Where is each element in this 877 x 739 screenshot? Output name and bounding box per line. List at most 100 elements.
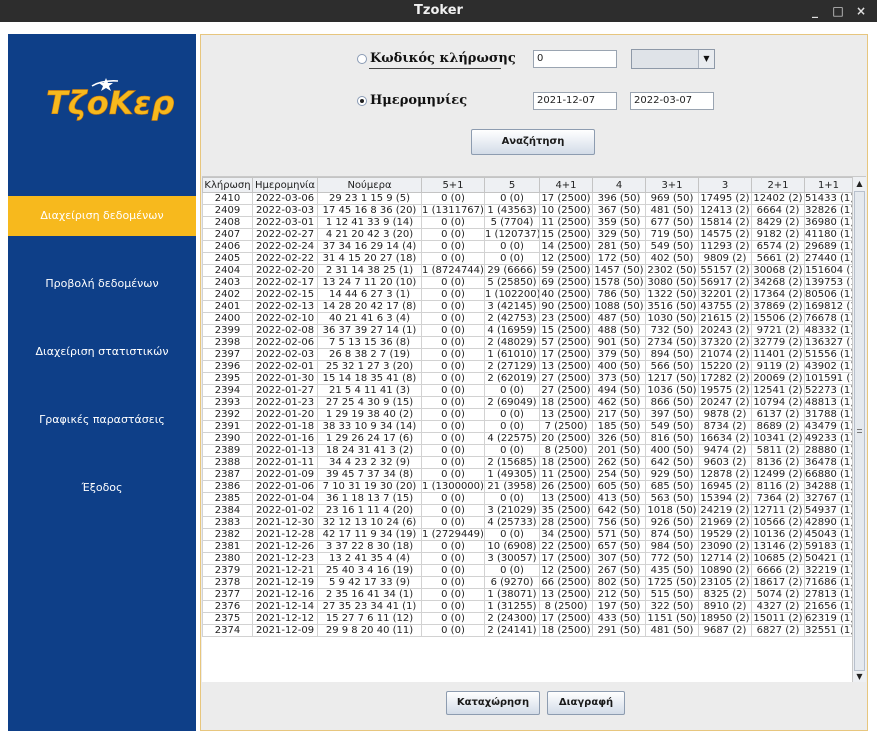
table-row[interactable]: 2390 2022-01-16 1 29 26 24 17 (6) 0 (0) 4 (2… (202, 432, 853, 445)
table-cell: 2022-02-20 (252, 264, 318, 277)
table-cell: 1322 (50) (645, 288, 699, 301)
table-row[interactable]: 2388 2022-01-11 34 4 23 2 32 (9) 0 (0) 2 (15… (202, 456, 853, 469)
date-from-field[interactable]: 2021-12-07 (533, 92, 617, 110)
column-header[interactable]: 1+1 (804, 177, 853, 193)
table-cell: 6664 (2) (751, 204, 805, 217)
scroll-down-icon[interactable]: ▼ (853, 670, 866, 682)
sidebar-item-statistics[interactable]: Διαχείριση στατιστικών (8, 332, 196, 372)
table-row[interactable]: 2374 2021-12-09 29 9 8 20 40 (11) 0 (0) 2 (2… (202, 624, 853, 637)
table-cell: 62319 (1) (804, 612, 853, 625)
table-cell: 13 (2500) (539, 360, 593, 373)
sidebar-item-data-view[interactable]: Προβολή δεδομένων (8, 264, 196, 304)
table-row[interactable]: 2376 2021-12-14 27 35 23 34 41 (1) 0 (0) 1 (… (202, 600, 853, 613)
column-header[interactable]: 3+1 (645, 177, 699, 193)
table-cell: 43479 (1) (804, 420, 853, 433)
table-row[interactable]: 2395 2022-01-30 15 14 18 35 41 (8) 0 (0) 2 (… (202, 372, 853, 385)
table-row[interactable]: 2399 2022-02-08 36 37 39 27 14 (1) 0 (0) 4 (… (202, 324, 853, 337)
search-button[interactable]: Αναζήτηση (471, 129, 595, 155)
table-row[interactable]: 2377 2021-12-16 2 35 16 41 34 (1) 0 (0) 1 (3… (202, 588, 853, 601)
column-header[interactable]: 2+1 (751, 177, 805, 193)
table-cell: 50421 (1) (804, 552, 853, 565)
table-cell: 0 (0) (421, 240, 485, 253)
table-row[interactable]: 2384 2022-01-02 23 16 1 11 4 (20) 0 (0) 3 (2… (202, 504, 853, 517)
table-row[interactable]: 2404 2022-02-20 2 31 14 38 25 (1) 1 (872474… (202, 264, 853, 277)
table-row[interactable]: 2406 2022-02-24 37 34 16 29 14 (4) 0 (0) 0 (… (202, 240, 853, 253)
table-row[interactable]: 2407 2022-02-27 4 21 20 42 3 (20) 0 (0) 1 (1… (202, 228, 853, 241)
table-row[interactable]: 2375 2021-12-12 15 27 7 6 11 (12) 0 (0) 2 (2… (202, 612, 853, 625)
table-cell: 3 (21029) (484, 504, 540, 517)
table-cell: 34 (2500) (539, 528, 593, 541)
table-row[interactable]: 2410 2022-03-06 29 23 1 15 9 (5) 0 (0) 0 (0)… (202, 192, 853, 205)
table-row[interactable]: 2391 2022-01-18 38 33 10 9 34 (14) 0 (0) 0 (… (202, 420, 853, 433)
scrollbar-thumb[interactable] (854, 191, 865, 671)
table-cell: 373 (50) (592, 372, 646, 385)
sidebar-item-data-management[interactable]: Διαχείριση δεδομένων (8, 196, 196, 236)
table-cell: 0 (0) (484, 192, 540, 205)
table-cell: 24219 (2) (698, 504, 752, 517)
code-radio[interactable] (357, 54, 367, 64)
code-combobox[interactable]: ▼ (631, 49, 715, 69)
table-row[interactable]: 2396 2022-02-01 25 32 1 27 3 (20) 0 (0) 2 (2… (202, 360, 853, 373)
table-row[interactable]: 2394 2022-01-27 21 5 4 11 41 (3) 0 (0) 0 (0)… (202, 384, 853, 397)
column-header[interactable]: Νούμερα (317, 177, 422, 193)
table-cell: 2022-02-17 (252, 276, 318, 289)
table-row[interactable]: 2398 2022-02-06 7 5 13 15 36 (8) 0 (0) 2 (48… (202, 336, 853, 349)
scrollbar-grip-icon (857, 429, 862, 433)
sidebar-item-exit[interactable]: Έξοδος (8, 468, 196, 508)
table-row[interactable]: 2397 2022-02-03 26 8 38 2 7 (19) 0 (0) 1 (61… (202, 348, 853, 361)
table-cell: 16945 (2) (698, 480, 752, 493)
table-cell: 197 (50) (592, 600, 646, 613)
table-row[interactable]: 2383 2021-12-30 32 12 13 10 24 (6) 0 (0) 4 (… (202, 516, 853, 529)
column-header[interactable]: 5+1 (421, 177, 485, 193)
dates-radio[interactable] (357, 96, 367, 106)
table-row[interactable]: 2408 2022-03-01 1 12 41 33 9 (14) 0 (0) 5 (7… (202, 216, 853, 229)
date-to-field[interactable]: 2022-03-07 (630, 92, 714, 110)
table-row[interactable]: 2386 2022-01-06 7 10 31 19 30 (20) 1 (13000… (202, 480, 853, 493)
column-header[interactable]: 5 (484, 177, 540, 193)
sidebar-item-charts[interactable]: Γραφικές παραστάσεις (8, 400, 196, 440)
code-input[interactable]: 0 (533, 50, 617, 68)
table-cell: 21 (3958) (484, 480, 540, 493)
column-header[interactable]: Κλήρωση (202, 177, 253, 193)
minimize-button[interactable]: _ (806, 2, 824, 20)
table-row[interactable]: 2405 2022-02-22 31 4 15 20 27 (18) 0 (0) 0 (… (202, 252, 853, 265)
table-row[interactable]: 2378 2021-12-19 5 9 42 17 33 (9) 0 (0) 6 (92… (202, 576, 853, 589)
column-header[interactable]: 3 (698, 177, 752, 193)
table-cell: 732 (50) (645, 324, 699, 337)
table-cell: 396 (50) (592, 192, 646, 205)
table-row[interactable]: 2400 2022-02-10 40 21 41 6 3 (4) 0 (0) 2 (42… (202, 312, 853, 325)
table-cell: 3 (30057) (484, 552, 540, 565)
close-button[interactable]: × (852, 2, 870, 20)
table-cell: 38 33 10 9 34 (14) (317, 420, 422, 433)
table-row[interactable]: 2381 2021-12-26 3 37 22 8 30 (18) 0 (0) 10 (… (202, 540, 853, 553)
delete-button[interactable]: Διαγραφή (547, 691, 625, 715)
table-row[interactable]: 2379 2021-12-21 25 40 3 4 16 (19) 0 (0) 0 (0… (202, 564, 853, 577)
table-row[interactable]: 2401 2022-02-13 14 28 20 42 17 (8) 0 (0) 3 (… (202, 300, 853, 313)
table-cell: 2022-02-15 (252, 288, 318, 301)
table-row[interactable]: 2403 2022-02-17 13 24 7 11 20 (10) 0 (0) 5 (… (202, 276, 853, 289)
results-table-container: Κλήρωση Ημερομηνία Νούμερα 5+1 5 4+1 4 3+1 3 2+1 1… (202, 176, 866, 682)
table-cell: 379 (50) (592, 348, 646, 361)
table-row[interactable]: 2389 2022-01-13 18 24 31 41 3 (2) 0 (0) 0 (0… (202, 444, 853, 457)
table-row[interactable]: 2409 2022-03-03 17 45 16 8 36 (20) 1 (13117… (202, 204, 853, 217)
column-header[interactable]: 4 (592, 177, 646, 193)
table-row[interactable]: 2393 2022-01-23 27 25 4 30 9 (15) 0 (0) 2 (6… (202, 396, 853, 409)
scroll-up-icon[interactable]: ▲ (853, 177, 866, 190)
table-row[interactable]: 2402 2022-02-15 14 44 6 27 3 (1) 0 (0) 1 (10… (202, 288, 853, 301)
chevron-down-icon[interactable]: ▼ (698, 50, 714, 68)
table-cell: 1 (1311767) (421, 204, 485, 217)
table-row[interactable]: 2387 2022-01-09 39 45 7 37 34 (8) 0 (0) 1 (4… (202, 468, 853, 481)
table-row[interactable]: 2385 2022-01-04 36 1 18 13 7 (15) 0 (0) 0 (0… (202, 492, 853, 505)
table-row[interactable]: 2382 2021-12-28 42 17 11 9 34 (19) 1 (27294… (202, 528, 853, 541)
save-button[interactable]: Καταχώρηση (446, 691, 540, 715)
maximize-button[interactable]: □ (829, 2, 847, 20)
table-cell: 2407 (202, 228, 253, 241)
table-row[interactable]: 2392 2022-01-20 1 29 19 38 40 (2) 0 (0) 0 (0… (202, 408, 853, 421)
table-cell: 1018 (50) (645, 504, 699, 517)
table-cell: 1 29 19 38 40 (2) (317, 408, 422, 421)
table-scrollbar[interactable]: ▲ ▼ (852, 177, 866, 682)
column-header[interactable]: Ημερομηνία (252, 177, 318, 193)
column-header[interactable]: 4+1 (539, 177, 593, 193)
table-row[interactable]: 2380 2021-12-23 13 2 41 35 4 (4) 0 (0) 3 (30… (202, 552, 853, 565)
table-cell: 10 (6908) (484, 540, 540, 553)
